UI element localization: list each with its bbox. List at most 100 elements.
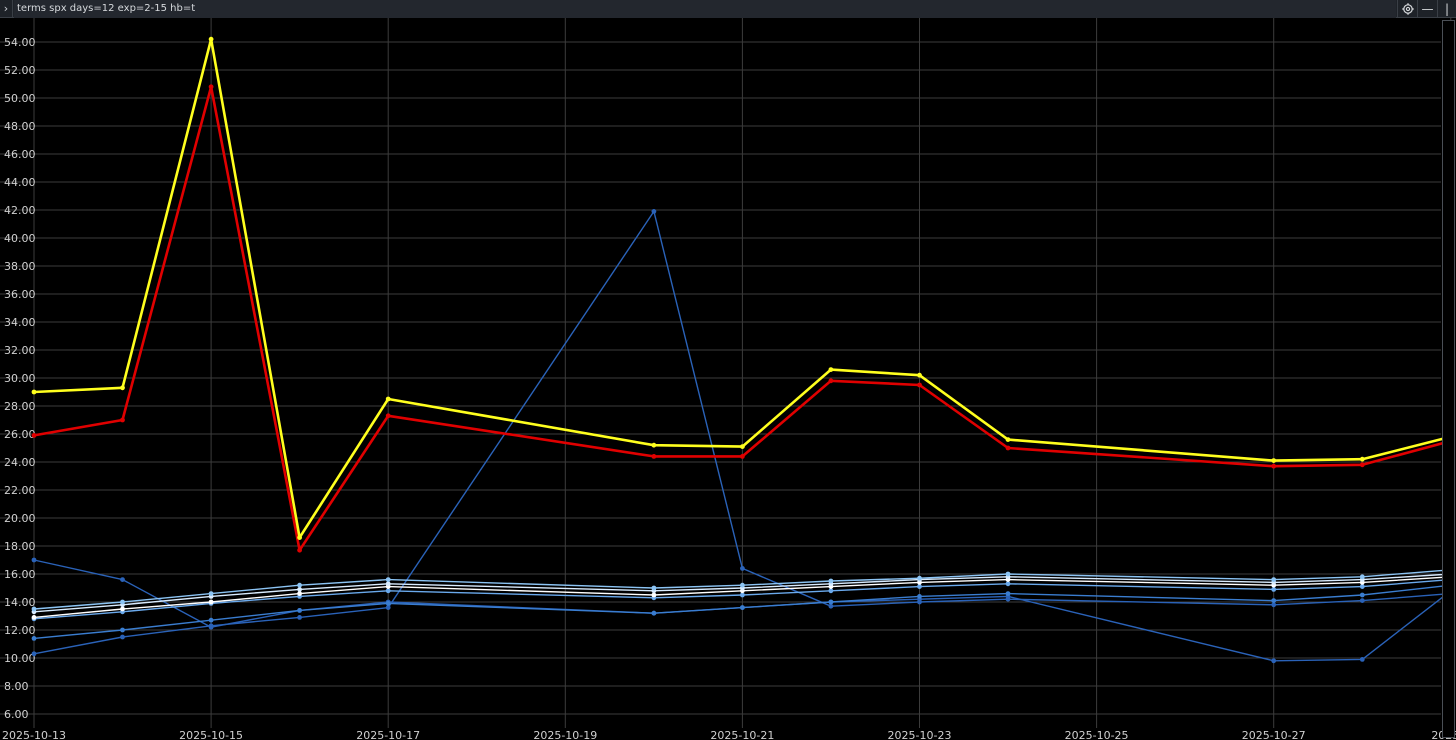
data-point — [740, 605, 745, 610]
data-point — [917, 382, 922, 388]
y-tick-label: 54.00 — [4, 36, 36, 49]
data-point — [31, 389, 37, 395]
y-axis: 6.00 8.00 10.00 12.00 14.00 16.00 18.00 20.00 22… — [4, 36, 36, 721]
data-point — [120, 627, 125, 633]
data-point — [297, 615, 302, 620]
data-point — [208, 84, 214, 90]
command-input[interactable]: terms spx days=12 exp=2-15 hb=t — [14, 0, 1396, 18]
data-point — [120, 634, 125, 640]
y-tick-label: 10.00 — [4, 652, 36, 665]
data-point — [828, 578, 834, 584]
data-point — [1271, 587, 1277, 592]
data-point — [120, 417, 125, 423]
data-point — [1271, 458, 1277, 463]
data-point — [297, 582, 302, 588]
data-point — [385, 413, 391, 419]
data-point — [651, 442, 657, 448]
data-point — [120, 599, 125, 605]
command-bar: › terms spx days=12 exp=2-15 hb=t — | — [0, 0, 1456, 18]
data-point — [385, 605, 391, 610]
data-point — [828, 599, 834, 605]
data-point — [1005, 596, 1011, 602]
data-point — [31, 606, 37, 612]
data-point — [297, 591, 302, 596]
data-point — [297, 608, 302, 613]
data-point — [917, 599, 922, 605]
data-point — [1271, 577, 1277, 582]
chevron-right-icon[interactable]: › — [0, 0, 13, 18]
data-point — [31, 433, 37, 438]
y-tick-label: 32.00 — [4, 344, 36, 357]
data-point — [1271, 598, 1277, 603]
y-tick-label: 20.00 — [4, 512, 36, 525]
data-point — [1359, 456, 1365, 462]
y-tick-label: 16.00 — [4, 568, 36, 581]
y-tick-label: 52.00 — [4, 64, 36, 77]
data-point — [1005, 445, 1011, 451]
x-tick-label: 2025-10-23 — [888, 729, 952, 740]
data-point — [740, 444, 745, 449]
data-point — [651, 454, 657, 459]
data-point — [385, 588, 391, 594]
data-point — [297, 587, 302, 592]
data-point — [1359, 657, 1365, 662]
data-point — [120, 385, 125, 391]
x-tick-label: 2025-10-21 — [710, 729, 774, 740]
data-point — [208, 591, 214, 596]
data-point — [385, 577, 391, 582]
data-point — [385, 396, 391, 402]
data-point — [31, 651, 37, 657]
data-point — [31, 636, 37, 641]
y-tick-label: 12.00 — [4, 624, 36, 637]
data-point — [1005, 591, 1011, 596]
y-tick-label: 46.00 — [4, 148, 36, 161]
y-tick-label: 36.00 — [4, 288, 36, 301]
y-tick-label: 18.00 — [4, 540, 36, 553]
y-tick-label: 26.00 — [4, 428, 36, 441]
data-point — [917, 594, 922, 599]
y-tick-label: 14.00 — [4, 596, 36, 609]
data-point — [208, 617, 214, 623]
data-point — [1359, 592, 1365, 598]
x-tick-label: 2025-10-19 — [533, 729, 597, 740]
data-point — [120, 606, 125, 612]
data-point — [31, 615, 37, 620]
x-tick-label: 2025-10-27 — [1242, 729, 1306, 740]
data-point — [120, 577, 125, 582]
gear-icon[interactable] — [1397, 0, 1417, 18]
x-tick-label: 2025-10-15 — [179, 729, 243, 740]
bar-icon[interactable]: | — [1437, 0, 1456, 18]
data-point — [740, 582, 745, 588]
data-point — [297, 535, 302, 540]
y-tick-label: 24.00 — [4, 456, 36, 469]
x-axis: 2025-10-13 2025-10-15 2025-10-17 2025-10-19… — [2, 729, 1456, 740]
y-tick-label: 44.00 — [4, 176, 36, 189]
data-point — [651, 209, 657, 214]
y-tick-label: 30.00 — [4, 372, 36, 385]
minimize-icon[interactable]: — — [1417, 0, 1437, 18]
line-chart: 6.00 8.00 10.00 12.00 14.00 16.00 18.00 20.00 22… — [0, 18, 1456, 740]
data-point — [1271, 602, 1277, 608]
x-tick-label: 2025-10-25 — [1065, 729, 1129, 740]
data-point — [1359, 584, 1365, 589]
data-point — [917, 575, 922, 581]
vertical-scrollbar[interactable] — [1442, 20, 1455, 738]
y-tick-label: 42.00 — [4, 204, 36, 217]
data-point — [651, 592, 657, 598]
y-tick-label: 28.00 — [4, 400, 36, 413]
data-point — [1271, 463, 1277, 469]
data-point — [740, 566, 745, 571]
data-point — [1359, 462, 1365, 468]
data-point — [297, 547, 302, 553]
y-tick-label: 34.00 — [4, 316, 36, 329]
data-point — [1359, 574, 1365, 580]
data-point — [385, 601, 391, 606]
x-tick-label: 2025-10-17 — [356, 729, 420, 740]
x-tick-label: 2025-10-13 — [2, 729, 66, 740]
data-point — [1271, 658, 1277, 664]
y-tick-label: 40.00 — [4, 232, 36, 245]
data-point — [651, 610, 657, 616]
data-point — [208, 36, 214, 42]
y-tick-label: 6.00 — [4, 708, 29, 721]
data-point — [31, 557, 37, 563]
